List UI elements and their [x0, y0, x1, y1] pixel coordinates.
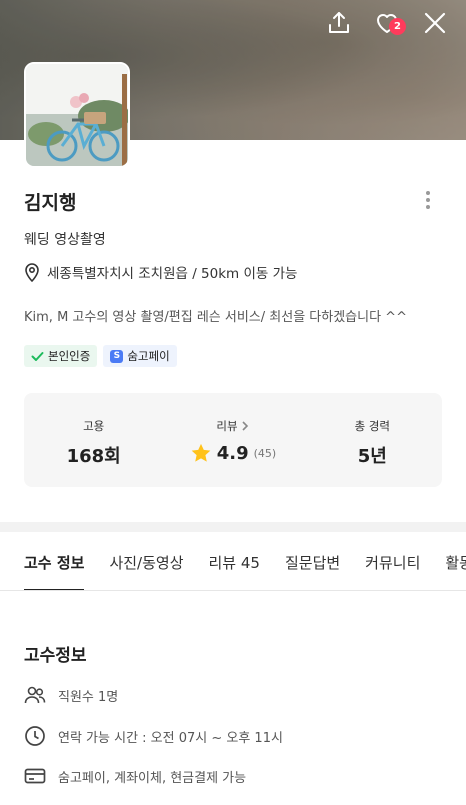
profile-name: 김지행: [24, 192, 77, 214]
section-divider: [0, 522, 466, 532]
tab-qna[interactable]: 질문답변: [285, 532, 340, 590]
stat-review-link[interactable]: 리뷰: [216, 418, 249, 434]
pay-chip-label: 숨고페이: [127, 349, 170, 363]
tab-expert-info[interactable]: 고수 정보: [24, 532, 85, 590]
stat-career-value: 5년: [357, 446, 387, 467]
pay-logo-icon: S: [110, 349, 124, 363]
tab-photos-videos[interactable]: 사진/동영상: [109, 532, 183, 590]
profile-tabs: 고수 정보 사진/동영상 리뷰 45 질문답변 커뮤니티 활동: [0, 532, 466, 591]
stat-hire: 고용 168회: [24, 393, 163, 487]
info-row-payment: 숨고페이, 계좌이체, 현금결제 가능: [24, 765, 246, 787]
pay-chip: S 숨고페이: [103, 345, 177, 367]
badge-chips: 본인인증 S 숨고페이: [24, 345, 177, 367]
share-icon[interactable]: [326, 10, 352, 36]
info-row-hours: 연락 가능 시간 : 오전 07시 ~ 오후 11시: [24, 725, 283, 747]
verified-chip-label: 본인인증: [48, 349, 91, 363]
like-button[interactable]: 2: [374, 10, 406, 36]
stats-card: 고용 168회 리뷰 4.9 (45) 총 경력 5년: [24, 393, 442, 487]
people-icon: [24, 684, 46, 706]
stat-hire-label: 고용: [83, 419, 105, 433]
clock-icon: [24, 725, 46, 747]
stat-career-label: 총 경력: [354, 419, 391, 433]
tab-activity[interactable]: 활동: [445, 532, 466, 590]
close-icon[interactable]: [422, 10, 448, 36]
info-staff-text: 직원수 1명: [58, 689, 119, 705]
service-category: 웨딩 영상촬영: [24, 232, 106, 248]
stat-career: 총 경력 5년: [303, 393, 442, 487]
star-icon: [191, 443, 211, 462]
more-menu-icon[interactable]: [418, 188, 438, 214]
profile-avatar[interactable]: [24, 62, 130, 168]
location-text: 세종특별자치시 조치원읍 / 50km 이동 가능: [47, 266, 298, 282]
location-row: 세종특별자치시 조치원읍 / 50km 이동 가능: [24, 262, 297, 282]
tab-reviews[interactable]: 리뷰 45: [209, 532, 260, 590]
stat-rating-value: 4.9: [216, 442, 249, 464]
profile-intro: Kim, M 고수의 영상 촬영/편집 레슨 서비스/ 최선을 다하겠습니다 ^…: [24, 310, 407, 325]
like-count-badge: 2: [389, 18, 406, 35]
info-row-staff: 직원수 1명: [24, 684, 118, 706]
chevron-right-icon: [242, 421, 248, 431]
check-icon: [31, 351, 44, 361]
section-title: 고수정보: [24, 646, 87, 666]
info-payment-text: 숨고페이, 계좌이체, 현금결제 가능: [58, 770, 247, 786]
stat-hire-value: 168회: [66, 446, 121, 467]
stat-review[interactable]: 리뷰 4.9 (45): [163, 393, 302, 487]
tab-community[interactable]: 커뮤니티: [365, 532, 420, 590]
credit-card-icon: [24, 765, 46, 787]
location-pin-icon: [25, 263, 39, 282]
stat-review-count: (45): [253, 446, 277, 460]
verified-chip: 본인인증: [24, 345, 98, 367]
stat-review-label: 리뷰: [216, 419, 238, 433]
info-hours-text: 연락 가능 시간 : 오전 07시 ~ 오후 11시: [58, 730, 283, 746]
tab-row: 고수 정보 사진/동영상 리뷰 45 질문답변 커뮤니티 활동: [24, 532, 466, 590]
header-actions: 2: [326, 10, 448, 36]
